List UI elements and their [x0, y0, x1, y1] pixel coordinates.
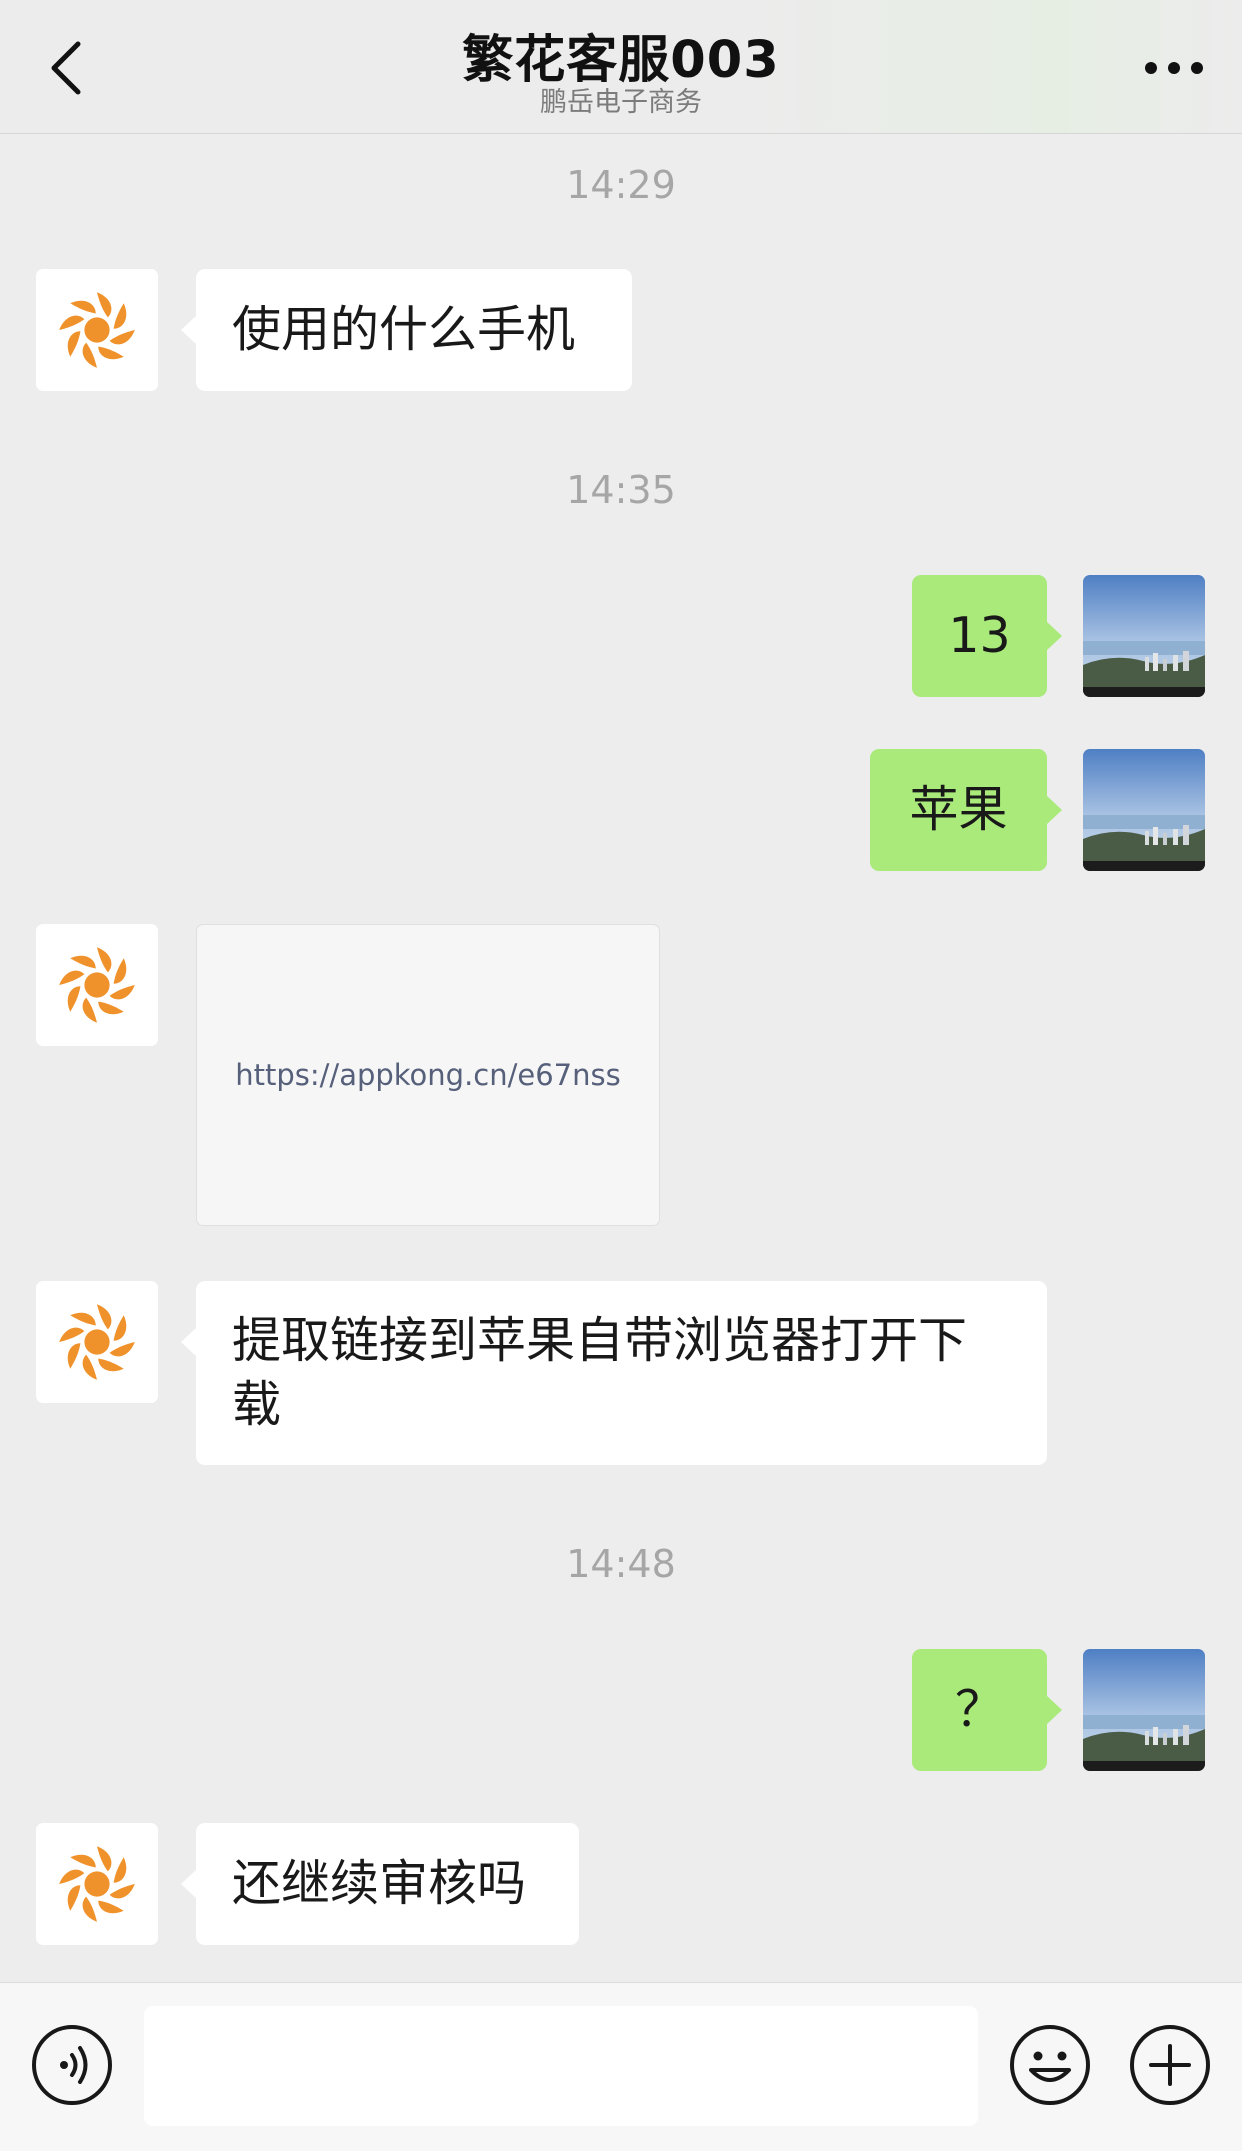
voice-icon	[32, 2025, 112, 2105]
landscape-photo-icon	[1083, 575, 1205, 697]
chat-header: 繁花客服003 鹏岳电子商务	[0, 0, 1242, 134]
message-text: 13	[948, 607, 1011, 664]
timestamp: 14:35	[566, 468, 676, 512]
plus-icon	[1130, 2025, 1210, 2105]
message-bubble-sent[interactable]: 13	[912, 575, 1062, 697]
input-toolbar	[0, 1982, 1242, 2151]
service-avatar[interactable]	[36, 1281, 158, 1403]
emoji-button[interactable]	[1009, 2024, 1091, 2106]
message-bubble-received[interactable]: 使用的什么手机	[181, 269, 632, 391]
message-bubble-sent[interactable]: 苹果	[870, 749, 1062, 871]
message-text: 还继续审核吗	[232, 1855, 527, 1912]
message-text: 使用的什么手机	[232, 301, 576, 358]
service-avatar[interactable]	[36, 269, 158, 391]
timestamp: 14:48	[566, 1542, 676, 1586]
service-logo-icon	[59, 1304, 135, 1380]
timestamp: 14:29	[566, 163, 676, 207]
message-bubble-received[interactable]: 还继续审核吗	[181, 1823, 579, 1945]
link-url[interactable]: https://appkong.cn/e67nss	[235, 1058, 620, 1092]
more-options-button[interactable]	[1134, 38, 1214, 98]
voice-button[interactable]	[31, 2024, 113, 2106]
user-avatar[interactable]	[1083, 749, 1205, 871]
message-bubble-received[interactable]: 提取链接到苹果自带浏览器打开下载	[181, 1281, 1047, 1465]
service-logo-icon	[59, 292, 135, 368]
chat-subtitle: 鹏岳电子商务	[540, 87, 702, 118]
user-avatar[interactable]	[1083, 1649, 1205, 1771]
service-logo-icon	[59, 947, 135, 1023]
message-bubble-sent[interactable]: ？	[912, 1649, 1062, 1771]
service-logo-icon	[59, 1846, 135, 1922]
landscape-photo-icon	[1083, 1649, 1205, 1771]
more-icon	[1145, 62, 1203, 74]
message-text: ？	[954, 1681, 1004, 1738]
emoji-icon	[1010, 2025, 1090, 2105]
service-avatar[interactable]	[36, 924, 158, 1046]
message-text: 提取链接到苹果自带浏览器打开下载	[232, 1312, 968, 1433]
link-card[interactable]: https://appkong.cn/e67nss	[196, 924, 660, 1226]
user-avatar[interactable]	[1083, 575, 1205, 697]
service-avatar[interactable]	[36, 1823, 158, 1945]
message-text: 苹果	[909, 781, 1008, 838]
landscape-photo-icon	[1083, 749, 1205, 871]
plus-button[interactable]	[1129, 2024, 1211, 2106]
message-input[interactable]	[144, 2006, 978, 2126]
